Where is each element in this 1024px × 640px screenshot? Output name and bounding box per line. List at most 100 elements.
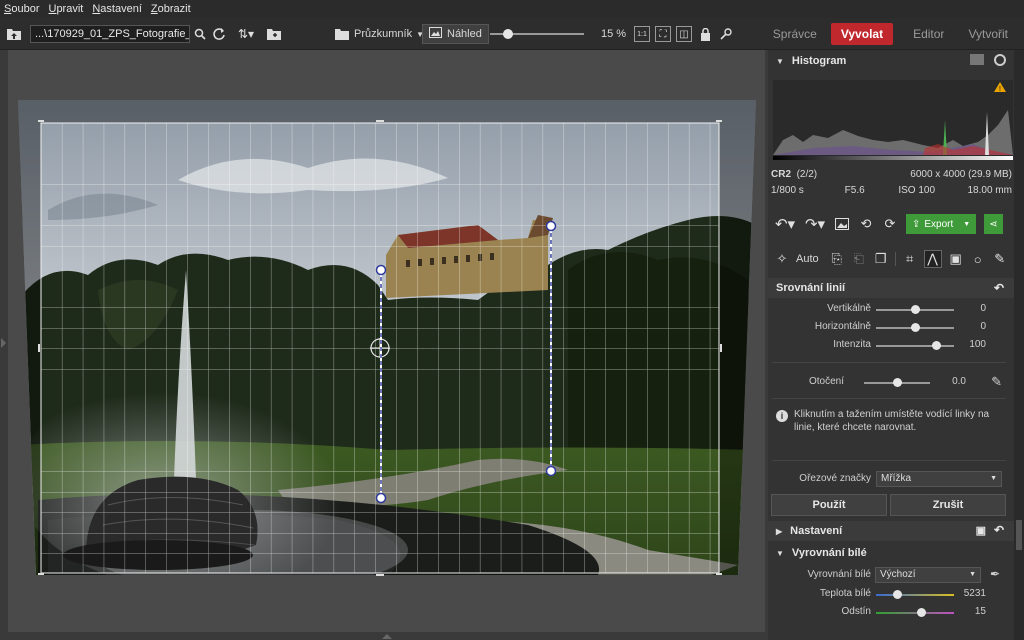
horizontal-knob[interactable] bbox=[910, 323, 920, 332]
collapse-triangle-icon: ▼ bbox=[776, 56, 784, 66]
image-icon bbox=[429, 27, 442, 41]
export-button[interactable]: ⇪ Export ▼ bbox=[906, 214, 977, 234]
duplicate-icon[interactable]: ❐ bbox=[873, 251, 889, 267]
crop-icon[interactable]: ⌗ bbox=[902, 251, 918, 267]
paste-settings-icon[interactable]: ⎗ bbox=[851, 251, 867, 267]
tab-vytvorit[interactable]: Vytvořit bbox=[958, 23, 1018, 45]
horizontal-value[interactable]: 0 bbox=[980, 321, 986, 332]
intensity-knob[interactable] bbox=[932, 341, 942, 350]
divider bbox=[772, 398, 1006, 399]
vertical-value[interactable]: 0 bbox=[980, 303, 986, 314]
wb-preset-select[interactable]: Výchozí ▼ bbox=[875, 567, 981, 583]
menu-upravit[interactable]: Upravit bbox=[48, 3, 83, 15]
perspective-icon[interactable]: ⋀ bbox=[923, 250, 942, 268]
auto-button[interactable]: Auto bbox=[796, 253, 819, 265]
zoom-slider[interactable] bbox=[490, 18, 584, 50]
zoom-slider-knob[interactable] bbox=[503, 29, 513, 39]
wb-preset-row: Vyrovnání bílé Výchozí ▼ ✒ bbox=[768, 567, 1014, 583]
navigator-icon[interactable] bbox=[718, 26, 734, 42]
browser-label[interactable]: Průzkumník bbox=[354, 28, 412, 40]
camera-icon[interactable] bbox=[970, 54, 984, 65]
path-field[interactable]: ...\170929_01_ZPS_Fotografie_v_proti bbox=[30, 25, 190, 43]
reset-icon[interactable]: ↶ bbox=[994, 523, 1004, 537]
wb-tint-value[interactable]: 15 bbox=[975, 606, 986, 617]
wb-tint-slider[interactable] bbox=[876, 612, 954, 614]
rotation-adjust[interactable]: Otočení 0.0 ✎ bbox=[768, 374, 1014, 390]
crop-marks-select[interactable]: Mřížka ▼ bbox=[876, 471, 1002, 487]
brush-icon[interactable]: ✎ bbox=[992, 251, 1008, 267]
share-button[interactable]: ⋖ bbox=[984, 214, 1003, 234]
chevron-down-icon: ▼ bbox=[969, 571, 976, 578]
left-panel-toggle-icon[interactable] bbox=[1, 338, 6, 348]
eyedropper-icon[interactable]: ✒ bbox=[990, 567, 1000, 581]
save-icon[interactable]: ▣ bbox=[976, 524, 986, 537]
menu-nastaveni[interactable]: Nastavení bbox=[92, 3, 142, 15]
vertical-knob[interactable] bbox=[910, 305, 920, 314]
histogram: ! bbox=[773, 80, 1013, 160]
panel-scrollbar[interactable] bbox=[1014, 50, 1024, 640]
crop-marks-value: Mřížka bbox=[881, 473, 911, 484]
file-info-row: CR2 (2/2) 6000 x 4000 (29.9 MB) bbox=[771, 169, 1013, 180]
wb-preset-value: Výchozí bbox=[880, 569, 916, 580]
circle-mask-icon[interactable]: ○ bbox=[970, 251, 986, 267]
settings-header[interactable]: ▶ Nastavení ▣ ↶ bbox=[768, 521, 1014, 541]
new-folder-icon[interactable] bbox=[266, 26, 282, 42]
preview-button[interactable]: Náhled bbox=[422, 24, 489, 44]
cancel-button[interactable]: Zrušit bbox=[890, 494, 1006, 516]
horizontal-adjust[interactable]: Horizontálně 0 bbox=[768, 319, 1014, 335]
intensity-label: Intenzita bbox=[833, 339, 871, 350]
reset-icon[interactable]: ↶ bbox=[994, 281, 1004, 295]
svg-text:!: ! bbox=[999, 86, 1001, 93]
wb-tint-knob[interactable] bbox=[916, 608, 926, 617]
image-compare-icon[interactable] bbox=[834, 216, 850, 232]
histogram-header[interactable]: ▼ Histogram bbox=[768, 51, 1014, 71]
zoom-1to1-button[interactable]: 1:1 bbox=[634, 26, 650, 42]
preview-label: Náhled bbox=[447, 28, 482, 40]
level-tool-icon[interactable]: ✎ bbox=[991, 374, 1002, 390]
sort-icon[interactable]: ⇅▾ bbox=[234, 26, 258, 42]
tab-spravce[interactable]: Správce bbox=[763, 23, 827, 45]
compare-icon[interactable]: ◫ bbox=[676, 26, 692, 42]
settings-circle-icon[interactable] bbox=[994, 54, 1006, 66]
rotation-knob[interactable] bbox=[892, 378, 902, 387]
wb-temp-value[interactable]: 5231 bbox=[964, 588, 986, 599]
tab-editor[interactable]: Editor bbox=[903, 23, 954, 45]
wb-temp-adjust[interactable]: Teplota bílé 5231 bbox=[768, 586, 1014, 602]
intensity-value[interactable]: 100 bbox=[969, 339, 986, 350]
folder-up-icon[interactable] bbox=[6, 26, 22, 42]
photo-preview[interactable] bbox=[8, 50, 765, 632]
menu-soubor[interactable]: Soubor bbox=[4, 3, 39, 15]
copy-settings-icon[interactable]: ⎘ bbox=[829, 251, 845, 267]
vertical-adjust[interactable]: Vertikálně 0 bbox=[768, 301, 1014, 317]
export-dropdown-icon[interactable]: ▼ bbox=[963, 221, 970, 228]
white-balance-header[interactable]: ▼ Vyrovnání bílé bbox=[768, 543, 1014, 563]
intensity-adjust[interactable]: Intenzita 100 bbox=[768, 337, 1014, 353]
rotation-value[interactable]: 0.0 bbox=[952, 376, 966, 387]
scrollbar-thumb[interactable] bbox=[1016, 520, 1022, 550]
tab-vyvolat[interactable]: Vyvolat bbox=[830, 23, 894, 45]
wb-temp-knob[interactable] bbox=[893, 590, 903, 599]
horizontal-label: Horizontálně bbox=[814, 321, 871, 332]
white-balance-title: Vyrovnání bílé bbox=[791, 547, 867, 559]
line-straighten-header[interactable]: Srovnání linií ↶ bbox=[768, 278, 1014, 298]
search-icon[interactable] bbox=[192, 26, 208, 42]
rotate-right-icon[interactable]: ⟳ bbox=[882, 216, 898, 232]
fit-screen-icon[interactable]: ⛶ bbox=[655, 26, 671, 42]
wb-tint-adjust[interactable]: Odstín 15 bbox=[768, 604, 1014, 620]
refresh-icon[interactable] bbox=[211, 26, 227, 42]
lock-icon[interactable] bbox=[697, 26, 713, 42]
wb-tint-label: Odstín bbox=[841, 606, 871, 617]
info-icon: i bbox=[776, 410, 788, 422]
bottom-panel-toggle-icon[interactable] bbox=[382, 634, 392, 639]
photo-canvas[interactable] bbox=[8, 50, 765, 632]
undo-icon[interactable]: ↶▾ bbox=[774, 216, 796, 233]
menu-zobrazit[interactable]: Zobrazit bbox=[151, 3, 191, 15]
auto-wand-icon[interactable]: ✧ bbox=[774, 251, 790, 267]
intensity-slider[interactable] bbox=[876, 345, 954, 347]
rotate-left-icon[interactable]: ⟲ bbox=[858, 216, 874, 232]
exif-row: 1/800 s F5.6 ISO 100 18.00 mm bbox=[771, 185, 1013, 196]
wb-temp-slider[interactable] bbox=[876, 594, 954, 596]
apply-button[interactable]: Použít bbox=[771, 494, 887, 516]
redo-icon[interactable]: ↷▾ bbox=[804, 216, 826, 233]
text-box-icon[interactable]: ▣ bbox=[948, 251, 964, 267]
